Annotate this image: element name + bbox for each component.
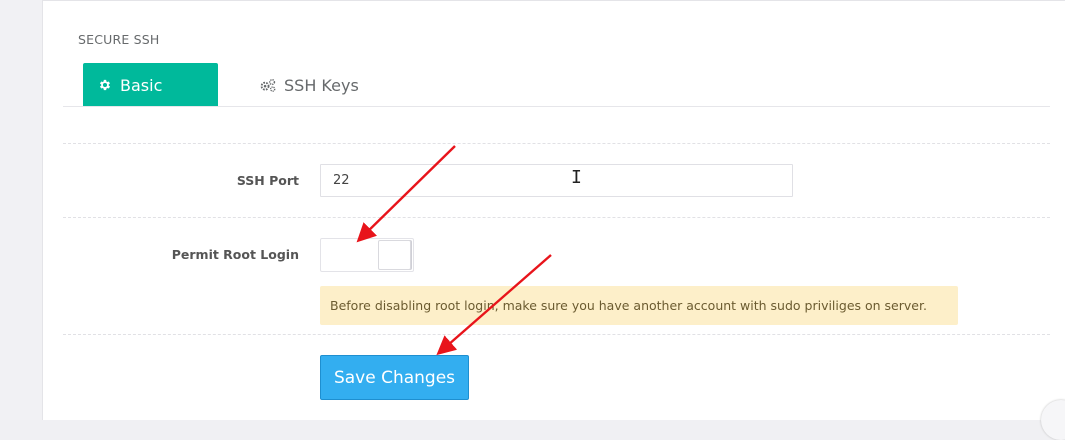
form-divider xyxy=(63,217,1050,218)
gears-icon xyxy=(259,78,277,92)
tab-ssh-keys-label: SSH Keys xyxy=(284,75,359,95)
panel-title: SECURE SSH xyxy=(78,32,160,47)
root-login-warning: Before disabling root login, make sure y… xyxy=(320,286,958,325)
tab-basic-label: Basic xyxy=(120,75,163,95)
save-changes-button[interactable]: Save Changes xyxy=(320,355,469,400)
tab-bar-divider xyxy=(63,106,1050,107)
secure-ssh-panel: SECURE SSH Basic SSH Keys SSH Port I Per… xyxy=(42,0,1065,440)
form-divider xyxy=(63,334,1050,335)
permit-root-login-toggle[interactable] xyxy=(320,238,414,272)
left-sidebar-strip xyxy=(0,0,42,420)
tab-basic[interactable]: Basic xyxy=(83,63,218,107)
toggle-knob[interactable] xyxy=(378,240,411,270)
form-divider xyxy=(63,143,1050,144)
tab-ssh-keys[interactable]: SSH Keys xyxy=(259,63,359,107)
gear-icon xyxy=(98,78,112,92)
permit-root-login-label: Permit Root Login xyxy=(171,247,299,262)
ssh-port-label: SSH Port xyxy=(236,173,299,188)
scroll-top-button[interactable] xyxy=(1041,400,1065,440)
text-cursor-icon: I xyxy=(571,167,582,188)
warning-text: Before disabling root login, make sure y… xyxy=(330,298,927,313)
ssh-port-input[interactable] xyxy=(320,164,793,197)
